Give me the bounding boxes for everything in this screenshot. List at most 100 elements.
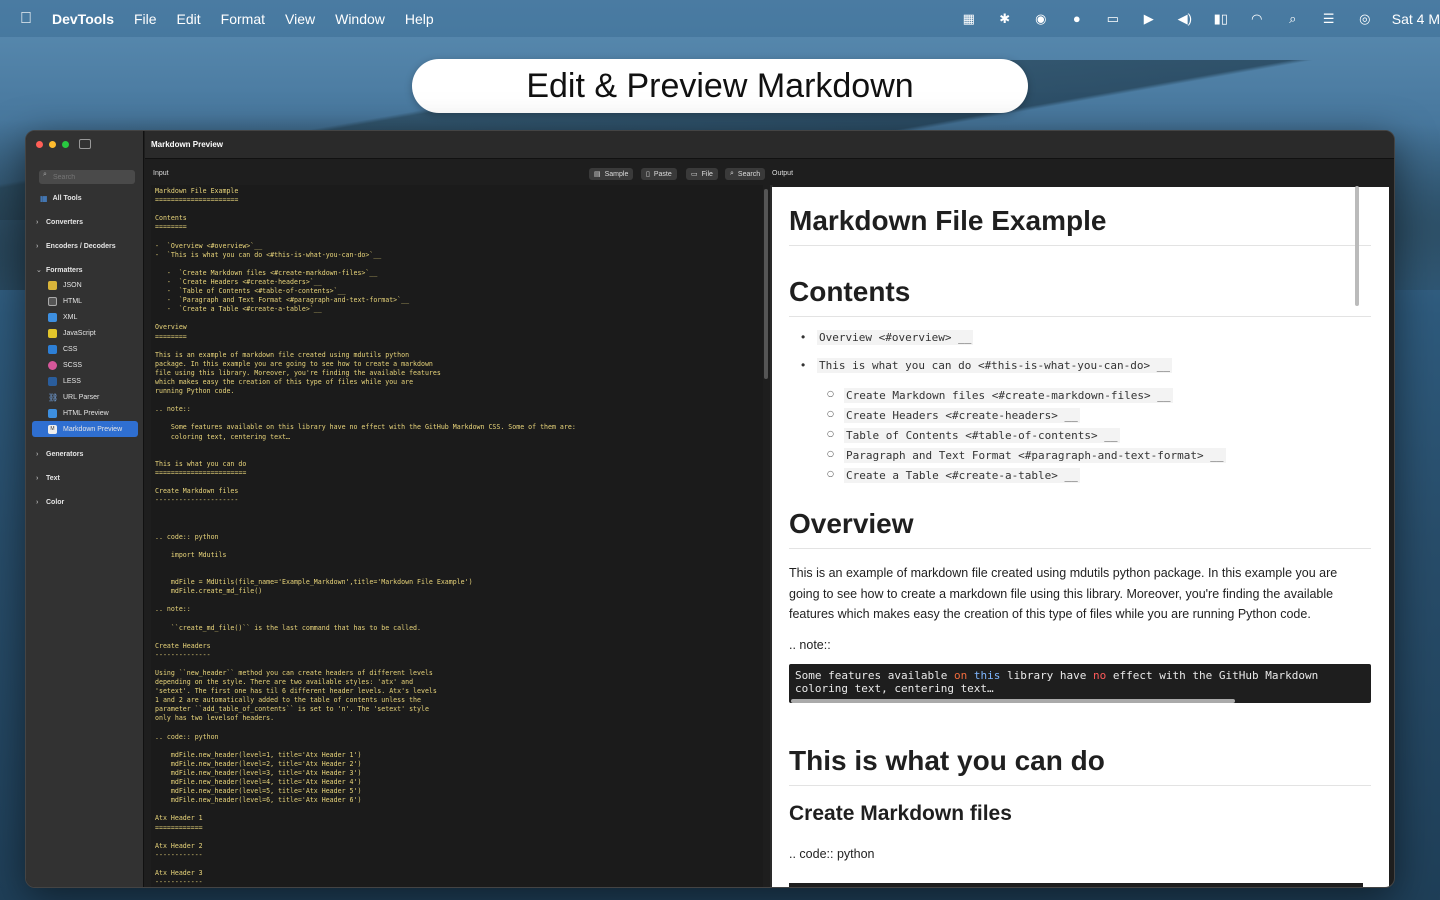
headline-banner: Edit & Preview Markdown	[412, 59, 1028, 113]
sidebar-group-encoders[interactable]: › Encoders / Decoders	[32, 239, 138, 253]
preview-h1-overview: Overview	[789, 508, 1371, 549]
sidebar-item-html[interactable]: HTML	[32, 293, 138, 309]
zoom-window-button[interactable]	[62, 141, 69, 148]
volume-icon[interactable]: ◀)	[1176, 11, 1194, 27]
sidebar-list: ▦ All Tools › Converters › Encoders / De…	[32, 191, 138, 509]
search-icon[interactable]: ⌕	[1284, 11, 1302, 27]
chevron-right-icon: ›	[36, 450, 39, 458]
folder-icon: ▭	[691, 171, 698, 178]
html-icon	[48, 296, 57, 306]
chevron-down-icon: ⌄	[36, 267, 42, 274]
file-button-label: File	[701, 170, 713, 178]
menu-format[interactable]: Format	[221, 11, 265, 27]
menubar-clock[interactable]: Sat 4 M	[1392, 11, 1440, 27]
toc-item: This is what you can do <#this-is-what-y…	[801, 358, 1371, 373]
toc-subitem: Create a Table <#create-a-table> __	[827, 468, 1371, 483]
play-icon[interactable]: ▶	[1140, 11, 1158, 27]
wifi-icon[interactable]: ◠	[1248, 11, 1266, 27]
window-title: Markdown Preview	[145, 131, 1394, 159]
editor-scrollbar[interactable]	[764, 189, 768, 379]
toc-subitem: Paragraph and Text Format <#paragraph-an…	[827, 448, 1371, 463]
chevron-right-icon: ›	[36, 498, 39, 506]
javascript-icon	[48, 328, 57, 338]
sidebar-group-label: Converters	[46, 218, 83, 226]
paste-button-label: Paste	[653, 170, 672, 178]
close-window-button[interactable]	[36, 141, 43, 148]
toc-subitem: Create Markdown files <#create-markdown-…	[827, 388, 1371, 403]
siri-icon[interactable]: ◎	[1356, 11, 1374, 27]
sample-button[interactable]: ▤ Sample	[589, 168, 634, 180]
preview-toc: Overview <#overview> __ This is what you…	[789, 330, 1371, 483]
code-label: .. code:: python	[789, 847, 875, 861]
keyboard-icon[interactable]: ▦	[960, 11, 978, 27]
sidebar-item-label: All Tools	[52, 194, 82, 202]
sidebar-item-url-parser[interactable]: ⛓ URL Parser	[32, 389, 138, 405]
sidebar-toggle-icon[interactable]	[79, 139, 91, 149]
user-icon[interactable]: ●	[1068, 11, 1086, 26]
markdown-editor[interactable]: Markdown File Example ==================…	[151, 185, 763, 887]
sidebar-item-javascript[interactable]: JavaScript	[32, 325, 138, 341]
sidebar-item-json[interactable]: JSON	[32, 277, 138, 293]
markdown-icon: M	[48, 424, 57, 434]
chevron-right-icon: ›	[36, 242, 39, 250]
sidebar-item-all-tools[interactable]: ▦ All Tools	[32, 191, 138, 205]
menu-window[interactable]: Window	[335, 11, 385, 27]
minimize-window-button[interactable]	[49, 141, 56, 148]
main-area: Markdown Preview Input ▤ Sample ▯ Paste …	[145, 131, 1394, 887]
sidebar-group-label: Generators	[46, 450, 84, 458]
editor-text: Markdown File Example ==================…	[155, 187, 576, 887]
sidebar-item-scss[interactable]: SCSS	[32, 357, 138, 373]
menu-help[interactable]: Help	[405, 11, 434, 27]
preview-h1-contents: Contents	[789, 276, 1371, 317]
account-circle-icon[interactable]: ◉	[1032, 11, 1050, 27]
sidebar-item-html-preview[interactable]: HTML Preview	[32, 405, 138, 421]
control-center-icon[interactable]: ☰	[1320, 11, 1338, 27]
css-icon	[48, 344, 57, 354]
toc-item: Overview <#overview> __	[801, 330, 1371, 345]
toc-subitem: Table of Contents <#table-of-contents> _…	[827, 428, 1371, 443]
sidebar-group-text[interactable]: › Text	[32, 471, 138, 485]
note-label: .. note::	[789, 637, 831, 652]
code-block-top	[789, 883, 1363, 887]
xml-icon	[48, 312, 57, 322]
sidebar-group-label: Encoders / Decoders	[46, 242, 116, 250]
sidebar-group-converters[interactable]: › Converters	[32, 215, 138, 229]
sidebar: ⌕ ▦ All Tools › Converters › Encoders / …	[26, 131, 144, 887]
sample-icon: ▤	[594, 171, 601, 178]
sidebar-group-label: Color	[46, 498, 65, 506]
sidebar-item-label: HTML	[63, 297, 83, 305]
menu-app-name[interactable]: DevTools	[52, 11, 114, 27]
sidebar-group-color[interactable]: › Color	[32, 495, 138, 509]
sidebar-search-input[interactable]	[39, 170, 135, 184]
sidebar-item-label: XML	[63, 313, 78, 321]
preview-scrollbar[interactable]	[1355, 186, 1359, 306]
code-horizontal-scrollbar[interactable]	[791, 699, 1235, 703]
file-button[interactable]: ▭ File	[686, 168, 718, 180]
toolbar: Input ▤ Sample ▯ Paste ▭ File ⌕ Search O…	[145, 159, 1394, 185]
chevron-right-icon: ›	[36, 218, 39, 226]
menu-file[interactable]: File	[134, 11, 157, 27]
json-icon	[48, 280, 57, 290]
search-icon: ⌕	[730, 170, 734, 177]
menu-view[interactable]: View	[285, 11, 315, 27]
paste-button[interactable]: ▯ Paste	[641, 168, 677, 180]
sidebar-item-xml[interactable]: XML	[32, 309, 138, 325]
apple-icon[interactable]: 	[0, 10, 52, 28]
sidebar-group-label: Text	[46, 474, 60, 482]
sidebar-item-less[interactable]: LESS	[32, 373, 138, 389]
sidebar-group-formatters[interactable]: ⌄ Formatters	[32, 263, 138, 277]
output-label: Output	[772, 170, 794, 177]
screen-mirroring-icon[interactable]: ▭	[1104, 11, 1122, 27]
sidebar-item-label: Markdown Preview	[63, 425, 123, 433]
sidebar-item-label: JSON	[63, 281, 82, 289]
html-preview-icon	[48, 408, 57, 418]
sidebar-group-label: Formatters	[46, 266, 83, 274]
sidebar-item-markdown-preview[interactable]: M Markdown Preview	[32, 421, 138, 437]
sidebar-group-generators[interactable]: › Generators	[32, 447, 138, 461]
app-window: ⌕ ▦ All Tools › Converters › Encoders / …	[25, 130, 1395, 888]
search-button[interactable]: ⌕ Search	[725, 168, 766, 180]
bluetooth-icon[interactable]: ✱	[996, 11, 1014, 27]
sidebar-item-css[interactable]: CSS	[32, 341, 138, 357]
menu-edit[interactable]: Edit	[177, 11, 201, 27]
battery-icon[interactable]: ▮▯	[1212, 11, 1230, 27]
